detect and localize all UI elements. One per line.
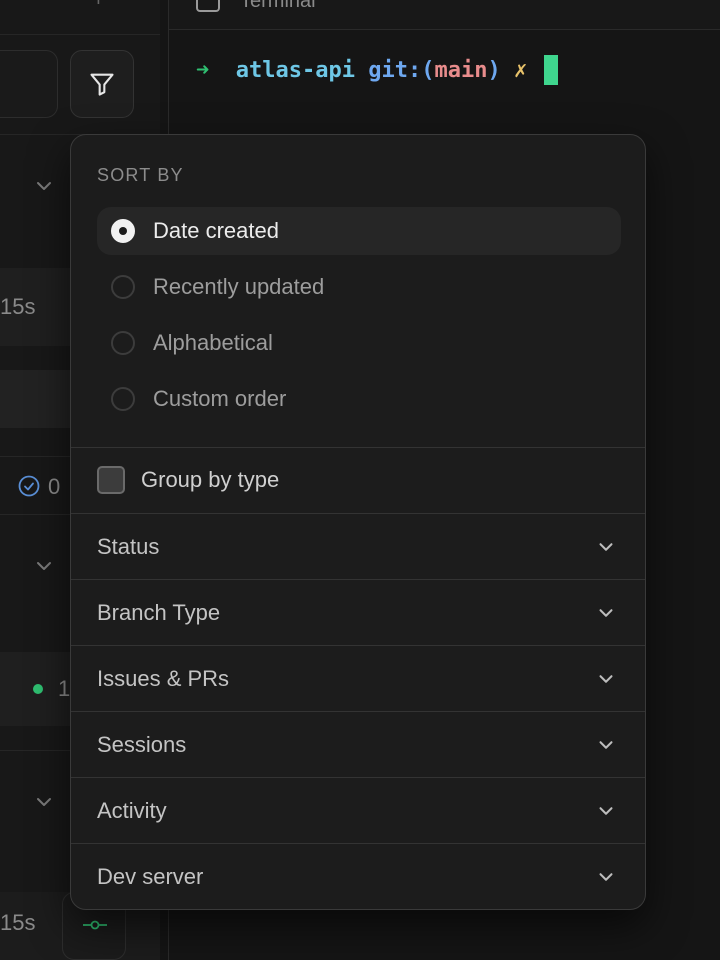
- sort-option-custom-order[interactable]: Custom order: [97, 375, 621, 423]
- filter-section-label: Dev server: [97, 864, 204, 889]
- filter-section-label: Activity: [97, 798, 167, 823]
- sort-option-label: Alphabetical: [153, 330, 273, 355]
- status-dot: [33, 684, 43, 694]
- filter-section-issues-prs[interactable]: Issues & PRs: [71, 646, 645, 712]
- chevron-down-icon[interactable]: [32, 790, 56, 814]
- terminal-tab-title[interactable]: Terminal: [240, 0, 316, 13]
- plus-icon[interactable]: +: [92, 0, 105, 12]
- group-by-type-label: Group by type: [141, 467, 280, 492]
- search-input[interactable]: [0, 50, 58, 118]
- sort-option-recently-updated[interactable]: Recently updated: [97, 263, 621, 311]
- filter-section-sessions[interactable]: Sessions: [71, 712, 645, 778]
- chevron-down-icon[interactable]: [32, 174, 56, 198]
- filter-section-status[interactable]: Status: [71, 514, 645, 580]
- duration-text: 15s: [0, 910, 36, 935]
- chevron-down-icon: [599, 543, 613, 551]
- sort-by-heading: SORT BY: [97, 165, 184, 185]
- status-count: 1: [58, 676, 71, 701]
- radio-selected: [111, 219, 135, 243]
- chevron-down-icon: [599, 675, 613, 683]
- terminal-prompt[interactable]: ➜ atlas-api git:(main) ✗: [196, 54, 559, 86]
- git-commit-icon: [83, 920, 107, 930]
- group-by-type-checkbox[interactable]: [97, 466, 125, 494]
- prompt-arrow: ➜: [196, 57, 210, 83]
- filter-section-activity[interactable]: Activity: [71, 778, 645, 844]
- prompt-directory: atlas-api: [235, 57, 355, 83]
- prompt-dirty-mark: ✗: [513, 57, 528, 83]
- sort-option-label: Date created: [153, 218, 279, 243]
- radio-unselected: [111, 331, 135, 355]
- chevron-down-icon[interactable]: [32, 554, 56, 578]
- chevron-down-icon: [599, 741, 613, 749]
- filter-icon: [90, 73, 114, 96]
- chevron-down-icon: [599, 609, 613, 617]
- radio-unselected: [111, 387, 135, 411]
- terminal-icon: [196, 0, 220, 12]
- prompt-git-close: ): [487, 57, 501, 83]
- chevron-down-icon: [599, 807, 613, 815]
- sort-option-label: Recently updated: [153, 274, 325, 299]
- duration-text: 15s: [0, 294, 36, 319]
- panel-divider: [0, 34, 160, 35]
- radio-unselected: [111, 275, 135, 299]
- filter-section-branch-type[interactable]: Branch Type: [71, 580, 645, 646]
- prompt-git-label: git:(: [368, 57, 435, 83]
- filter-button[interactable]: [70, 50, 134, 118]
- sort-option-alphabetical[interactable]: Alphabetical: [97, 319, 621, 367]
- filter-section-label: Status: [97, 534, 160, 559]
- filter-section-label: Issues & PRs: [97, 666, 230, 691]
- sort-option-label: Custom order: [153, 386, 287, 411]
- group-by-type-toggle[interactable]: Group by type: [97, 465, 279, 495]
- sort-filter-popover: SORT BY Date created Recently updated Al…: [70, 134, 646, 910]
- check-circle-icon: [18, 475, 40, 497]
- chevron-down-icon: [599, 873, 613, 881]
- menu-divider: [71, 447, 645, 448]
- terminal-cursor: [544, 55, 559, 85]
- filter-section-label: Branch Type: [97, 600, 221, 625]
- prompt-branch: main: [434, 57, 488, 83]
- sort-option-date-created[interactable]: Date created: [97, 207, 621, 255]
- filter-section-label: Sessions: [97, 732, 187, 757]
- filter-section-dev-server[interactable]: Dev server: [71, 844, 645, 909]
- check-count: 0: [48, 474, 61, 499]
